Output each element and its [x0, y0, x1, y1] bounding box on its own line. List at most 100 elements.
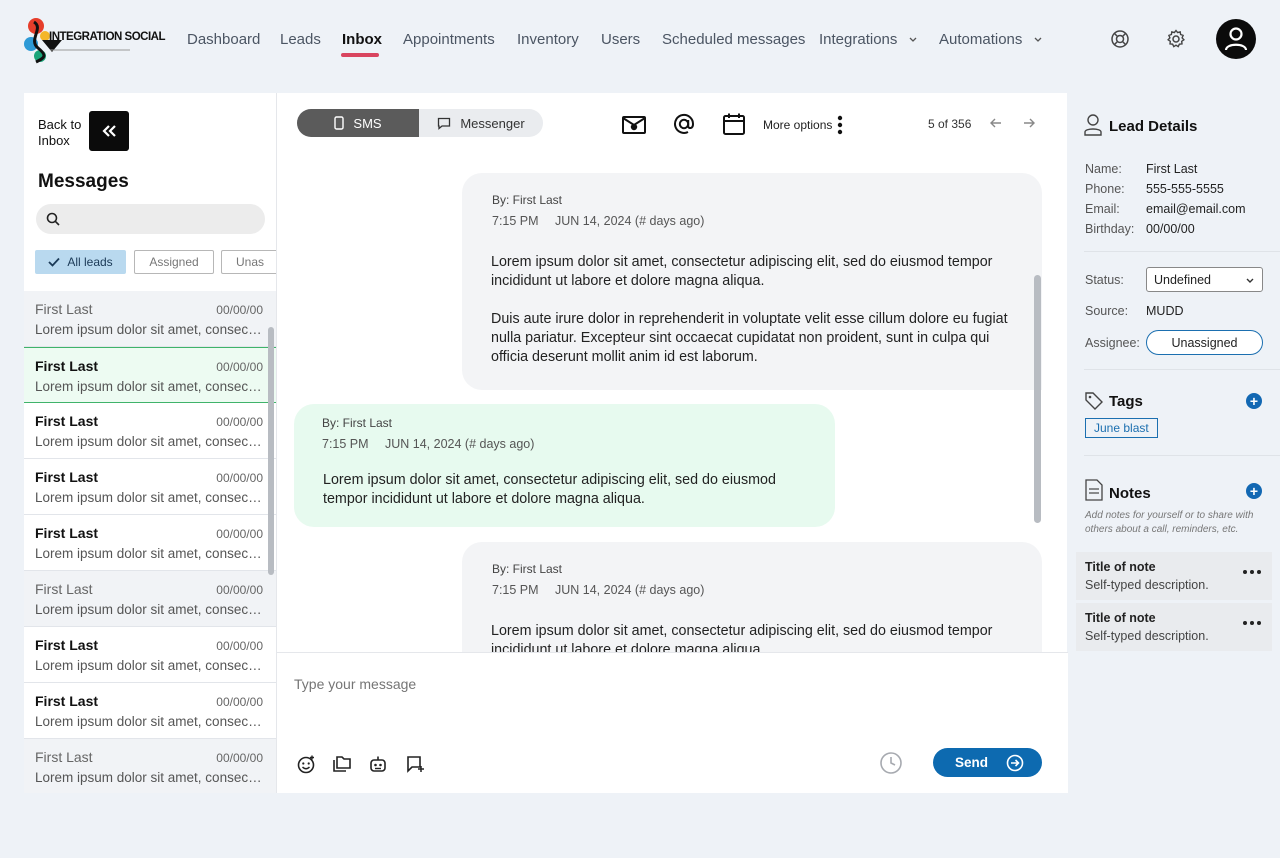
nav-integrations-label: Integrations — [819, 31, 898, 48]
source-label: Source: — [1085, 304, 1129, 318]
lead-list-scrollbar[interactable] — [268, 327, 274, 575]
nav-automations[interactable]: Automations — [939, 31, 1043, 48]
email-label: Email: — [1085, 202, 1120, 216]
message-time: 7:15 PM — [322, 437, 369, 451]
search-input[interactable] — [36, 204, 265, 234]
nav-scheduled-messages[interactable]: Scheduled messages — [662, 31, 805, 48]
list-item[interactable]: First Last 00/00/00 Lorem ipsum dolor sit … — [24, 403, 276, 459]
thread-scrollbar[interactable] — [1034, 275, 1041, 523]
nav-appointments[interactable]: Appointments — [403, 31, 495, 48]
lead-date: 00/00/00 — [216, 583, 263, 597]
list-item[interactable]: First Last 00/00/00 Lorem ipsum dolor sit … — [24, 571, 276, 627]
message-input[interactable] — [294, 672, 994, 696]
note-item[interactable]: Title of note Self-typed description. — [1076, 603, 1272, 651]
chevron-down-icon — [1246, 278, 1254, 283]
list-item[interactable]: First Last 00/00/00 Lorem ipsum dolor sit … — [24, 739, 276, 793]
message-bubble-received: By: First Last 7:15 PM JUN 14, 2024 (# d… — [462, 542, 1042, 652]
nav-dashboard[interactable]: Dashboard — [187, 31, 260, 48]
lead-date: 00/00/00 — [216, 415, 263, 429]
settings-icon[interactable] — [1165, 28, 1187, 50]
arrow-left-icon[interactable] — [987, 113, 1005, 133]
lead-date: 00/00/00 — [216, 751, 263, 765]
filter-assigned[interactable]: Assigned — [134, 250, 214, 274]
back-to-inbox-label[interactable]: Back to Inbox — [38, 117, 86, 149]
top-navigation: INTEGRATION SOCIAL Dashboard Leads Inbox… — [0, 0, 1280, 80]
chevron-down-icon — [1034, 37, 1042, 42]
logo[interactable]: INTEGRATION SOCIAL — [22, 14, 166, 66]
user-avatar[interactable] — [1216, 19, 1256, 59]
filter-all-leads[interactable]: All leads — [35, 250, 126, 274]
phone-value: 555-555-5555 — [1146, 182, 1224, 196]
phone-icon — [334, 116, 345, 130]
logo-text: INTEGRATION SOCIAL — [49, 31, 166, 43]
help-icon[interactable] — [1109, 28, 1131, 50]
list-item[interactable]: First Last 00/00/00 Lorem ipsum dolor sit … — [24, 291, 276, 347]
list-item[interactable]: First Last 00/00/00 Lorem ipsum dolor sit … — [24, 347, 276, 403]
note-item[interactable]: Title of note Self-typed description. — [1076, 552, 1272, 600]
nav-active-indicator — [341, 53, 379, 57]
list-item[interactable]: First Last 00/00/00 Lorem ipsum dolor sit … — [24, 627, 276, 683]
add-note-button[interactable]: + — [1246, 483, 1262, 499]
filter-all-leads-label: All leads — [67, 255, 113, 269]
birthday-value: 00/00/00 — [1146, 222, 1195, 236]
nav-users[interactable]: Users — [601, 31, 640, 48]
back-to-inbox-button[interactable] — [89, 111, 129, 151]
lead-date: 00/00/00 — [216, 360, 263, 374]
note-description: Self-typed description. — [1085, 578, 1209, 592]
phone-label: Phone: — [1085, 182, 1125, 196]
more-horizontal-icon[interactable] — [1242, 569, 1262, 575]
lead-date: 00/00/00 — [216, 303, 263, 317]
lead-list: First Last 00/00/00 Lorem ipsum dolor sit … — [24, 291, 276, 793]
nav-inbox[interactable]: Inbox — [342, 31, 382, 48]
tab-messenger[interactable]: Messenger — [419, 109, 543, 137]
nav-integrations[interactable]: Integrations — [819, 31, 918, 48]
divider — [1084, 251, 1280, 252]
at-icon[interactable] — [671, 111, 697, 137]
emoji-icon[interactable] — [296, 754, 316, 774]
notes-hint: Add notes for yourself or to share with … — [1085, 510, 1254, 535]
tag-chip[interactable]: June blast — [1085, 418, 1158, 438]
message-text: Lorem ipsum dolor sit amet, consectetur … — [491, 254, 993, 289]
tab-sms-label: SMS — [353, 115, 382, 131]
pagination-text: 5 of 356 — [928, 117, 972, 131]
schedule-clock-icon[interactable] — [879, 751, 903, 775]
list-item[interactable]: First Last 00/00/00 Lorem ipsum dolor sit … — [24, 515, 276, 571]
tag-icon — [1085, 392, 1103, 410]
message-author: By: First Last — [492, 193, 563, 207]
bot-icon[interactable] — [368, 754, 388, 774]
source-value: MUDD — [1146, 304, 1184, 318]
more-options-label[interactable]: More options — [763, 118, 832, 132]
list-item[interactable]: First Last 00/00/00 Lorem ipsum dolor sit … — [24, 683, 276, 739]
send-button[interactable]: Send — [933, 748, 1042, 777]
attachment-icon[interactable] — [332, 754, 352, 774]
template-icon[interactable] — [405, 754, 425, 774]
list-item[interactable]: First Last 00/00/00 Lorem ipsum dolor sit … — [24, 459, 276, 515]
tab-sms[interactable]: SMS — [297, 109, 419, 137]
more-horizontal-icon[interactable] — [1242, 620, 1262, 626]
divider — [1084, 369, 1280, 370]
add-tag-button[interactable]: + — [1246, 393, 1262, 409]
mail-icon[interactable] — [621, 111, 647, 137]
message-time: 7:15 PM — [492, 583, 539, 597]
lead-date: 00/00/00 — [216, 639, 263, 653]
message-author: By: First Last — [322, 416, 393, 430]
name-label: Name: — [1085, 162, 1122, 176]
calendar-icon[interactable] — [721, 111, 747, 137]
message-composer: Send — [277, 652, 1068, 793]
filter-unassigned[interactable]: Unas — [221, 250, 276, 274]
nav-inventory[interactable]: Inventory — [517, 31, 579, 48]
assignee-label: Assignee: — [1085, 336, 1140, 350]
message-text: Lorem ipsum dolor sit amet, consectetur … — [491, 623, 993, 652]
lead-date: 00/00/00 — [216, 527, 263, 541]
lead-date: 00/00/00 — [216, 695, 263, 709]
chat-bubble-icon — [438, 117, 451, 130]
status-select[interactable]: Undefined — [1146, 267, 1263, 292]
lead-preview: Lorem ipsum dolor sit amet, consectetur … — [35, 434, 262, 449]
assignee-button[interactable]: Unassigned — [1146, 330, 1263, 355]
tags-title: Tags — [1109, 393, 1143, 410]
message-author: By: First Last — [492, 562, 563, 576]
note-description: Self-typed description. — [1085, 629, 1209, 643]
nav-leads[interactable]: Leads — [280, 31, 321, 48]
arrow-right-icon[interactable] — [1020, 113, 1038, 133]
more-options-icon[interactable] — [837, 115, 843, 135]
